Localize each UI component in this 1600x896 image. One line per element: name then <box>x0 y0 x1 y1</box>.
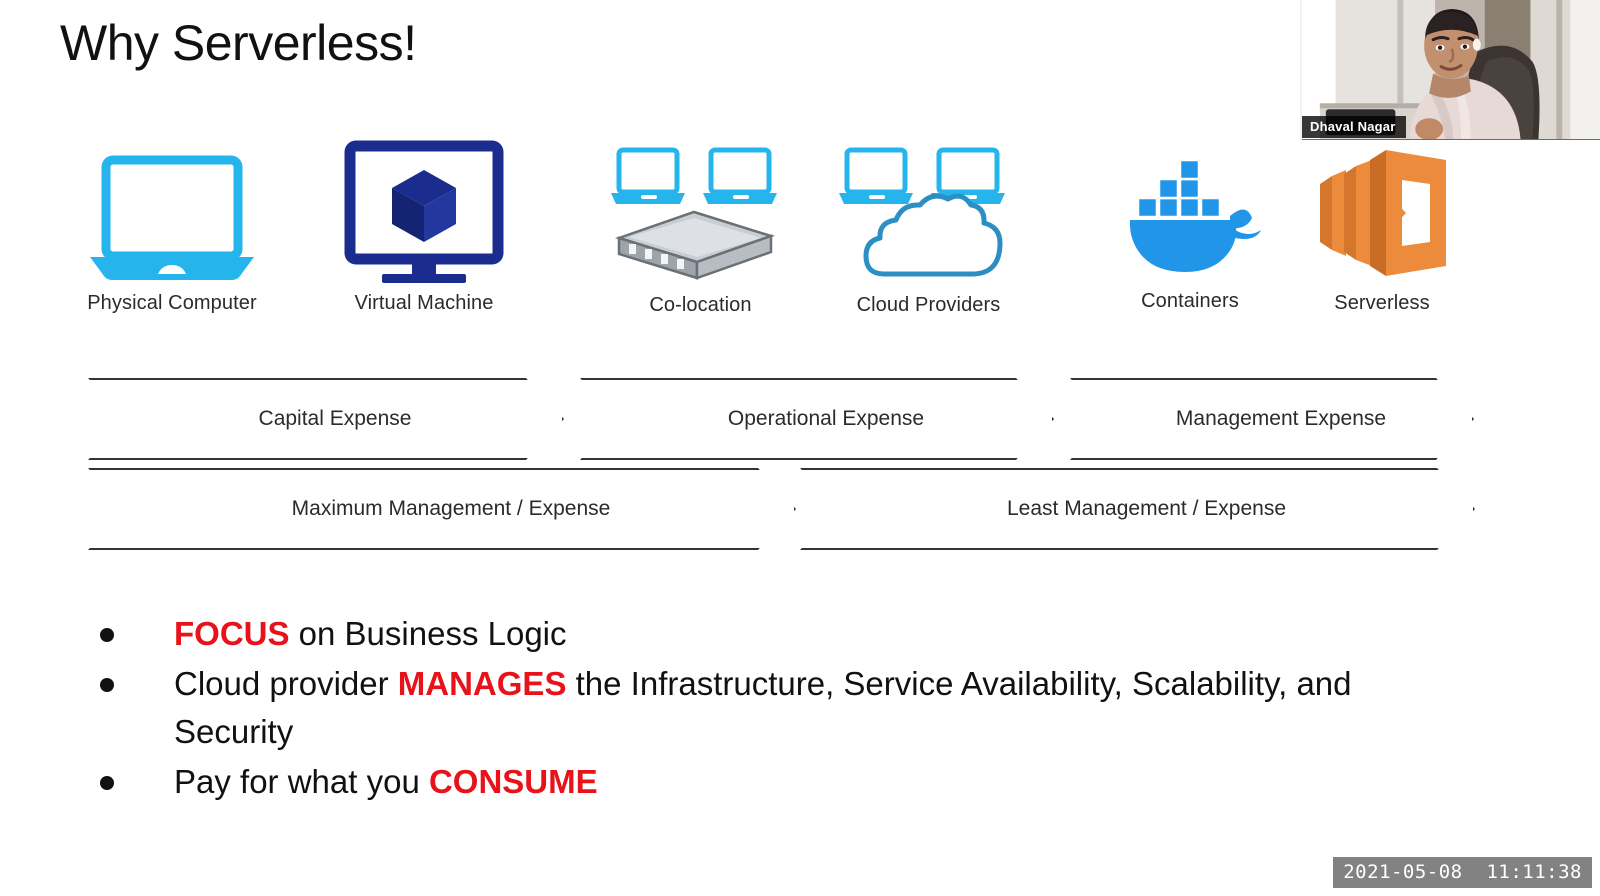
list-item: Pay for what you CONSUME <box>100 758 1430 806</box>
bullet-plain-text: Cloud provider <box>174 665 398 702</box>
bullet-dot-icon <box>100 776 114 790</box>
chevron-label: Least Management / Expense <box>1006 497 1286 520</box>
monitor-cube-icon <box>324 138 524 288</box>
bullet-keyword: FOCUS <box>174 615 290 652</box>
chevron-label: Capital Expense <box>258 407 412 430</box>
icon-label: Virtual Machine <box>354 292 494 314</box>
docker-whale-icon <box>1090 138 1290 288</box>
icon-label: Co-location <box>649 294 752 316</box>
chevron-capital-expense[interactable]: Capital Expense <box>88 378 564 460</box>
laptop-icon <box>72 138 272 288</box>
expense-chevron-row-2: Maximum Management / Expense Least Manag… <box>0 468 1540 550</box>
icon-cell-physical-computer: Physical Computer <box>72 138 272 338</box>
bullet-plain-text: on Business Logic <box>289 615 567 652</box>
icon-cell-containers: Containers <box>1090 138 1290 338</box>
bullet-keyword: MANAGES <box>397 665 567 702</box>
server-rack-icon <box>598 138 803 288</box>
icon-cell-co-location: Co-location <box>598 138 803 338</box>
participant-name-label: Dhaval Nagar <box>1302 116 1406 138</box>
technology-icon-row: Physical Computer Virtual Machine Co-loc… <box>0 138 1540 338</box>
bullet-dot-icon <box>100 678 114 692</box>
expense-chevron-row-1: Capital Expense Operational Expense Mana… <box>0 378 1540 460</box>
bullet-dot-icon <box>100 628 114 642</box>
aws-lambda-icon <box>1282 138 1482 288</box>
icon-cell-cloud-providers: Cloud Providers <box>826 138 1031 338</box>
recording-timestamp: 2021-05-08 11:11:38 <box>1333 857 1592 888</box>
chevron-maximum-management-expense[interactable]: Maximum Management / Expense <box>88 468 796 550</box>
bullet-text: Cloud provider MANAGES the Infrastructur… <box>174 660 1430 756</box>
icon-label: Containers <box>1141 290 1239 312</box>
chevron-management-expense[interactable]: Management Expense <box>1070 378 1474 460</box>
bullet-plain-text: Pay for what you <box>174 763 429 800</box>
bullet-text: FOCUS on Business Logic <box>174 610 1430 658</box>
icon-cell-serverless: Serverless <box>1282 138 1482 338</box>
icon-label: Cloud Providers <box>856 294 1001 316</box>
icon-label: Physical Computer <box>87 292 257 314</box>
chevron-label: Management Expense <box>1175 407 1387 430</box>
list-item: FOCUS on Business Logic <box>100 610 1430 658</box>
page-title: Why Serverless! <box>60 15 417 71</box>
bullet-text: Pay for what you CONSUME <box>174 758 1430 806</box>
chevron-label: Operational Expense <box>727 407 925 430</box>
icon-cell-virtual-machine: Virtual Machine <box>324 138 524 338</box>
chevron-operational-expense[interactable]: Operational Expense <box>580 378 1054 460</box>
chevron-label: Maximum Management / Expense <box>291 497 611 520</box>
icon-label: Serverless <box>1334 292 1430 314</box>
list-item: Cloud provider MANAGES the Infrastructur… <box>100 660 1430 756</box>
cloud-icon <box>826 138 1031 288</box>
chevron-least-management-expense[interactable]: Least Management / Expense <box>800 468 1475 550</box>
bullet-keyword: CONSUME <box>428 763 598 800</box>
benefits-bullet-list: FOCUS on Business Logic Cloud provider M… <box>100 610 1430 808</box>
webcam-video-overlay[interactable]: Dhaval Nagar <box>1300 0 1600 140</box>
